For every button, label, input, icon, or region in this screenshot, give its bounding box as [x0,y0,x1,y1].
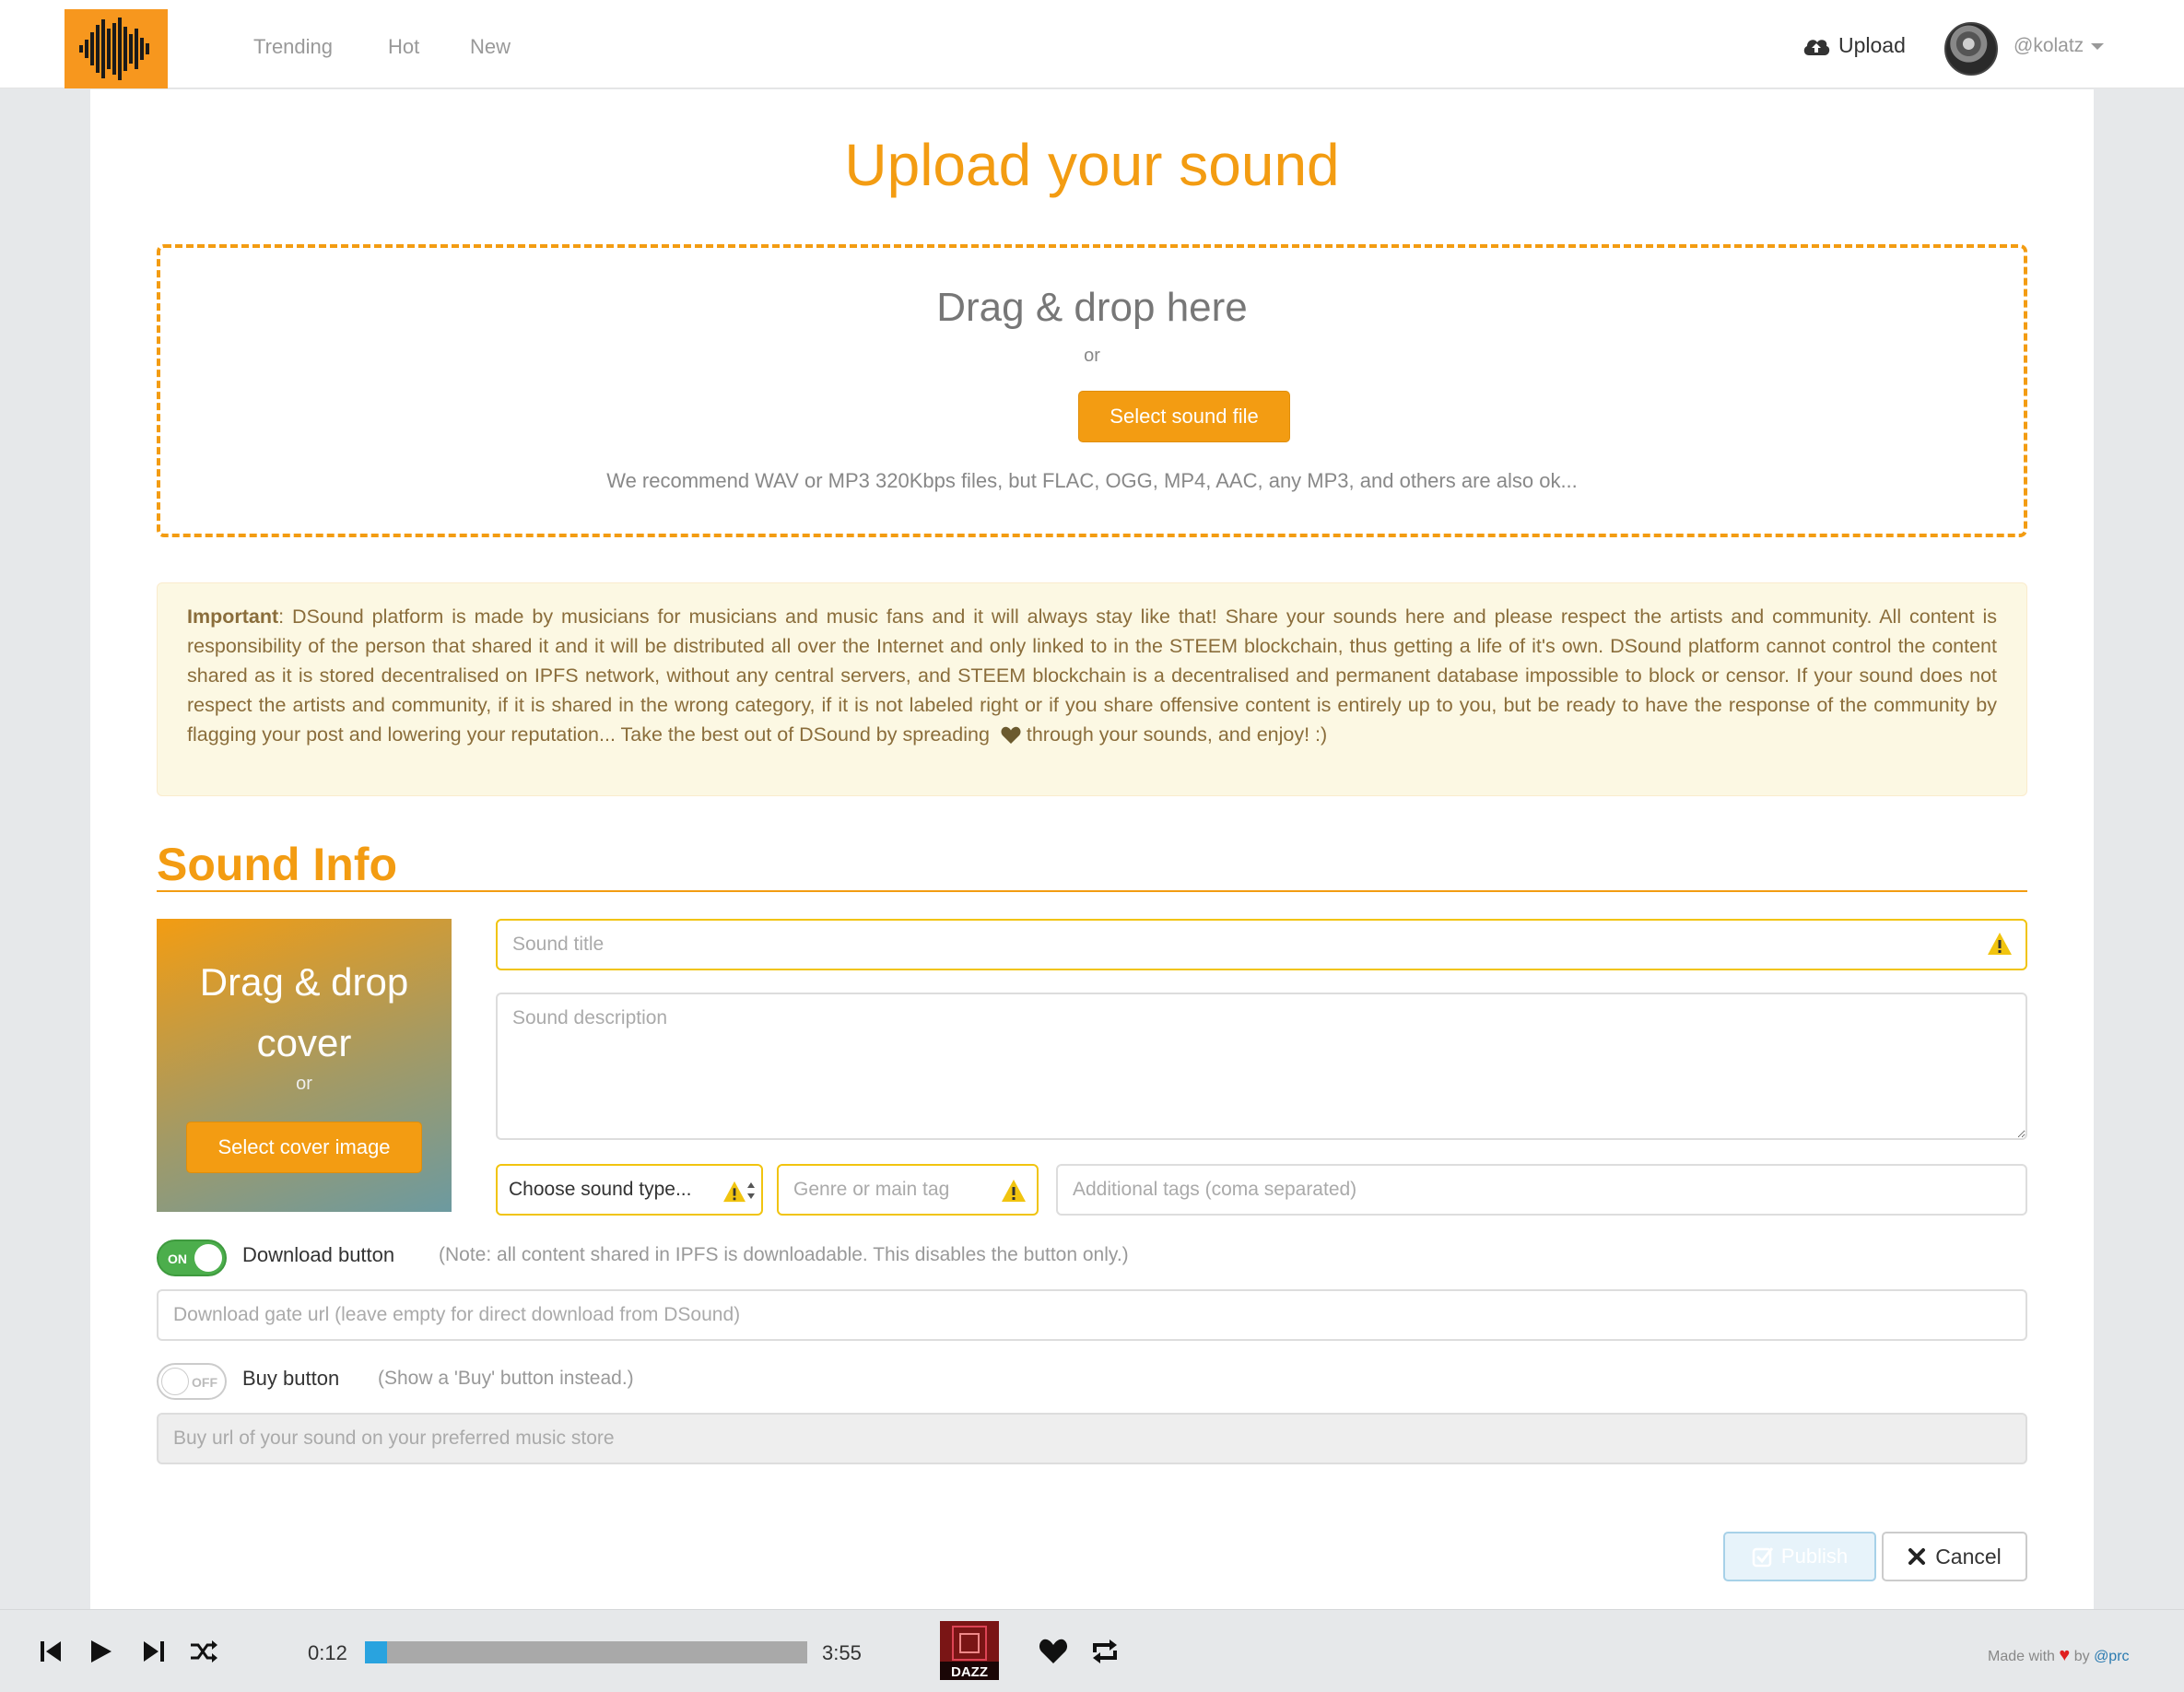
sound-type-select[interactable]: Choose sound type... [496,1164,763,1216]
warning-icon [1988,933,2012,955]
made-with-label: Made with [1988,1649,2055,1664]
sound-dropzone[interactable]: Drag & drop here or Select sound file We… [157,244,2027,537]
dropzone-hint: We recommend WAV or MP3 320Kbps files, b… [606,469,1578,492]
buy-button-label: Buy button [242,1367,340,1390]
username-label: @kolatz [2014,35,2084,56]
cancel-label: Cancel [1935,1544,2002,1569]
top-navbar: Trending Hot New Upload @kolatz [0,0,2184,88]
nav-trending[interactable]: Trending [253,35,333,59]
download-toggle-state: ON [168,1251,187,1266]
buy-toggle[interactable]: OFF [157,1363,227,1400]
checkbox-icon [1752,1547,1774,1568]
skip-back-icon[interactable] [35,1636,66,1667]
notice-label: Important [187,605,279,628]
genre-input[interactable] [777,1164,1039,1216]
progress-fill [365,1641,388,1663]
select-cover-image-button[interactable]: Select cover image [186,1122,422,1173]
heart-icon [1001,726,1021,744]
nav-upload-button[interactable]: Upload [1802,33,1906,58]
download-button-label: Download button [242,1243,395,1266]
current-time: 0:12 [308,1641,347,1664]
nav-new[interactable]: New [470,35,511,59]
publish-button[interactable]: Publish [1723,1532,1876,1581]
toggle-knob [161,1368,189,1395]
sound-type-value: Choose sound type... [509,1179,692,1200]
cancel-button[interactable]: Cancel [1882,1532,2027,1581]
chevron-down-icon [2091,42,2105,50]
shuffle-icon[interactable] [188,1636,219,1667]
notice-text-end: through your sounds, and enjoy! :) [1020,723,1328,746]
waveform-icon [79,18,149,80]
album-art[interactable]: DAZZ [940,1621,999,1680]
dropzone-or: or [1084,346,1100,366]
avatar[interactable] [1944,22,1998,76]
sound-info-heading: Sound Info [157,840,2027,892]
heart-icon[interactable] [1038,1636,1069,1667]
sound-description-textarea[interactable] [496,993,2027,1140]
cloud-upload-icon [1803,39,1830,55]
download-gate-url-input[interactable] [157,1289,2027,1341]
user-menu[interactable]: @kolatz [2014,35,2105,57]
cover-dropzone-title: Drag & drop cover [199,960,409,1064]
album-cover-image: DAZZ [940,1621,999,1680]
total-time: 3:55 [822,1641,862,1664]
dropzone-title: Drag & drop here [936,285,1248,330]
toggle-knob [194,1244,222,1272]
repeat-icon[interactable] [1089,1636,1121,1667]
select-arrows-icon [747,1182,755,1199]
author-link[interactable]: @prc [2094,1649,2129,1664]
download-note: (Note: all content shared in IPFS is dow… [439,1244,1129,1265]
sound-title-input[interactable] [496,919,2027,970]
warning-icon [723,1181,746,1203]
nav-upload-label: Upload [1838,33,1906,57]
buy-toggle-state: OFF [192,1375,217,1390]
page-title: Upload your sound [844,132,1340,198]
publish-label: Publish [1780,1545,1849,1568]
play-icon[interactable] [85,1636,116,1667]
dsound-logo[interactable] [65,9,168,88]
nav-hot[interactable]: Hot [388,35,419,59]
album-label: DAZZ [951,1664,988,1680]
cover-dropzone[interactable]: Drag & drop cover or Select cover image [157,919,452,1212]
progress-bar[interactable] [365,1641,807,1663]
download-toggle[interactable]: ON [157,1240,227,1276]
upload-panel: Upload your sound Drag & drop here or Se… [90,89,2094,1610]
by-label: by [2073,1649,2090,1664]
additional-tags-input[interactable] [1056,1164,2027,1216]
red-heart-icon: ♥ [2059,1645,2071,1665]
buy-note: (Show a 'Buy' button instead.) [378,1368,634,1389]
cover-dropzone-or: or [296,1074,312,1094]
bottom-player: 0:12 3:55 DAZZ Made with ♥ by @prc [0,1609,2184,1692]
close-icon [1908,1548,1926,1565]
made-with-credit: Made with ♥ by @prc [1988,1645,2130,1666]
select-sound-file-button[interactable]: Select sound file [1078,391,1290,442]
buy-url-input[interactable] [157,1413,2027,1464]
important-notice: Important: DSound platform is made by mu… [157,582,2027,796]
warning-icon [1002,1180,1026,1202]
skip-forward-icon[interactable] [138,1636,170,1667]
